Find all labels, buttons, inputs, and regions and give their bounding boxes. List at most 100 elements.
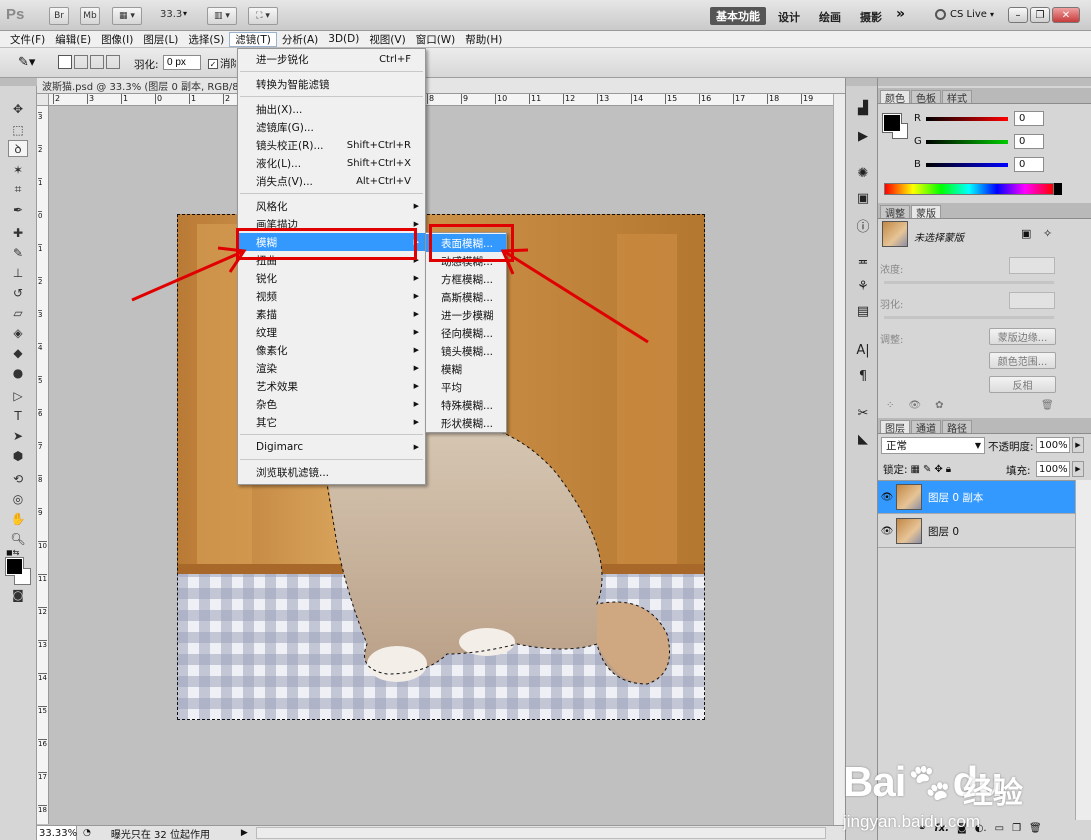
- path-selection-tool-icon[interactable]: ▷: [8, 387, 28, 404]
- 3d-rotate-tool-icon[interactable]: ⟲: [8, 470, 28, 487]
- mask-trash-icon[interactable]: 🗑︎: [1041, 400, 1054, 411]
- zoom-level[interactable]: 33.3: [160, 9, 182, 20]
- more-workspaces-icon[interactable]: »: [896, 6, 905, 22]
- filter-menu-item[interactable]: 其它 ▶: [238, 413, 425, 431]
- blur-tool-icon[interactable]: ◆: [8, 344, 28, 361]
- filter-menu-item[interactable]: 风格化 ▶: [238, 197, 425, 215]
- filter-menu-item[interactable]: 渲染 ▶: [238, 359, 425, 377]
- blur-submenu-item[interactable]: 模糊: [426, 360, 506, 378]
- paint-bucket-tool-icon[interactable]: ◈: [8, 324, 28, 341]
- blur-submenu-item[interactable]: 平均: [426, 378, 506, 396]
- filter-menu-item[interactable]: 液化(L)... Shift+Ctrl+X: [238, 154, 425, 172]
- minimize-button[interactable]: –: [1008, 7, 1028, 23]
- menu-filter[interactable]: 滤镜(T): [229, 31, 277, 47]
- status-menu-arrow-icon[interactable]: ▶: [241, 828, 248, 838]
- view-extras-button[interactable]: ▦ ▾: [112, 7, 142, 25]
- styles-dock-icon[interactable]: ◣: [854, 431, 872, 447]
- horizontal-ruler[interactable]: 231012345678910111213141516171819: [37, 94, 833, 106]
- vertical-scrollbar[interactable]: [833, 94, 845, 825]
- tab-adjustments[interactable]: 调整: [880, 205, 910, 220]
- brush-tool-icon[interactable]: ✎: [8, 244, 28, 261]
- filter-menu-item[interactable]: 艺术效果 ▶: [238, 377, 425, 395]
- menu-view[interactable]: 视图(V): [364, 31, 410, 48]
- tools-panel-header[interactable]: [0, 78, 37, 86]
- invert-button[interactable]: 反相: [989, 376, 1056, 393]
- layers-scrollbar[interactable]: [1075, 480, 1091, 820]
- mask-feather-input[interactable]: [1009, 292, 1055, 309]
- red-slider[interactable]: [926, 116, 1008, 121]
- filter-menu-item[interactable]: 滤镜库(G)...: [238, 118, 425, 136]
- character-icon[interactable]: A|: [854, 342, 872, 358]
- shape-tool-icon[interactable]: ⬢: [8, 447, 28, 464]
- menu-edit[interactable]: 编辑(E): [50, 31, 96, 48]
- zoom-readout[interactable]: 33.33%: [37, 826, 77, 840]
- lock-position-icon[interactable]: ✥: [934, 464, 942, 475]
- tab-layers[interactable]: 图层: [880, 420, 910, 435]
- layer-name[interactable]: 图层 0 副本: [928, 490, 983, 505]
- filter-menu-item[interactable]: 杂色 ▶: [238, 395, 425, 413]
- tab-paths[interactable]: 路径: [942, 420, 972, 435]
- close-button[interactable]: ✕: [1052, 7, 1080, 23]
- menu-select[interactable]: 选择(S): [183, 31, 229, 48]
- filter-menu-item[interactable]: 转换为智能滤镜: [238, 75, 425, 93]
- arrange-documents-button[interactable]: ▥ ▾: [207, 7, 237, 25]
- vector-mask-icon[interactable]: ✧: [1043, 227, 1052, 240]
- dodge-tool-icon[interactable]: ●: [8, 364, 28, 381]
- blur-submenu-item[interactable]: 形状模糊...: [426, 414, 506, 432]
- layer-visibility-eye-icon[interactable]: 👁︎: [878, 492, 896, 503]
- vertical-ruler[interactable]: 3 2 1 0 1 2 3 4 5 6 7 8 9 10 11 12 13 14 15 16 17 18: [37, 106, 49, 824]
- 3d-icon[interactable]: ✂: [854, 405, 872, 421]
- trash-icon[interactable]: 🗑︎: [1029, 823, 1042, 834]
- direct-selection-tool-icon[interactable]: ➤: [8, 427, 28, 444]
- mask-edge-button[interactable]: 蒙版边缘...: [989, 328, 1056, 345]
- layer-row-base[interactable]: 👁︎ 图层 0: [878, 515, 1075, 548]
- blur-submenu-item[interactable]: 特殊模糊...: [426, 396, 506, 414]
- screen-mode-button[interactable]: ⛶ ▾: [248, 7, 278, 25]
- density-slider[interactable]: [884, 281, 1054, 284]
- tool-presets-icon[interactable]: ▤: [854, 303, 872, 319]
- blue-value[interactable]: 0: [1014, 157, 1044, 172]
- add-to-selection-icon[interactable]: [74, 55, 88, 69]
- workspace-design[interactable]: 设计: [778, 9, 800, 25]
- navigator-icon[interactable]: ✺: [854, 165, 872, 181]
- panels-header[interactable]: [878, 78, 1091, 86]
- menu-layer[interactable]: 图层(L): [138, 31, 183, 48]
- green-slider[interactable]: [926, 139, 1008, 144]
- brush-presets-icon[interactable]: ≖: [854, 254, 872, 270]
- new-selection-icon[interactable]: [58, 55, 72, 69]
- filter-menu-item[interactable]: 进一步锐化 Ctrl+F: [238, 50, 425, 68]
- move-tool-icon[interactable]: ✥: [8, 100, 28, 117]
- tab-styles[interactable]: 样式: [942, 90, 972, 105]
- marquee-tool-icon[interactable]: ⬚: [8, 121, 28, 138]
- filter-menu-item[interactable]: 镜头校正(R)... Shift+Ctrl+R: [238, 136, 425, 154]
- green-value[interactable]: 0: [1014, 134, 1044, 149]
- type-tool-icon[interactable]: T: [8, 407, 28, 424]
- layer-row-copy[interactable]: 👁︎ 图层 0 副本: [878, 481, 1075, 514]
- menu-help[interactable]: 帮助(H): [460, 31, 507, 48]
- menu-analysis[interactable]: 分析(A): [277, 31, 323, 48]
- default-colors-icon[interactable]: ◼⇆: [6, 548, 19, 557]
- filter-menu-item[interactable]: Digimarc ▶: [238, 438, 425, 456]
- workspace-painting[interactable]: 绘画: [819, 9, 841, 25]
- lock-transparent-icon[interactable]: ▦: [911, 464, 920, 475]
- feather-input[interactable]: [163, 55, 201, 70]
- actions-icon[interactable]: ▣: [854, 190, 872, 206]
- density-input[interactable]: [1009, 257, 1055, 274]
- workspace-essentials-button[interactable]: 基本功能: [710, 7, 766, 25]
- tab-swatches[interactable]: 色板: [911, 90, 941, 105]
- 3d-orbit-tool-icon[interactable]: ◎: [8, 490, 28, 507]
- polygonal-lasso-tool-preset-icon[interactable]: ✎▾: [18, 55, 35, 70]
- info-icon[interactable]: ⓘ: [854, 217, 872, 235]
- magic-wand-tool-icon[interactable]: ✶: [8, 161, 28, 178]
- color-spectrum-bar[interactable]: [884, 183, 1054, 195]
- paragraph-icon[interactable]: ¶: [854, 368, 872, 384]
- dock-strip-header[interactable]: [846, 78, 877, 86]
- zoom-dropdown-icon[interactable]: ▾: [183, 9, 187, 18]
- history-icon[interactable]: ▶: [854, 128, 872, 144]
- spectrum-black-swatch[interactable]: [1054, 183, 1062, 195]
- histogram-icon[interactable]: ▟: [854, 100, 872, 116]
- pixel-mask-icon[interactable]: ▣: [1021, 227, 1031, 240]
- crop-tool-icon[interactable]: ⌗: [8, 181, 28, 198]
- apply-mask-icon[interactable]: ✿: [935, 400, 943, 411]
- workspace-photography[interactable]: 摄影: [860, 9, 882, 25]
